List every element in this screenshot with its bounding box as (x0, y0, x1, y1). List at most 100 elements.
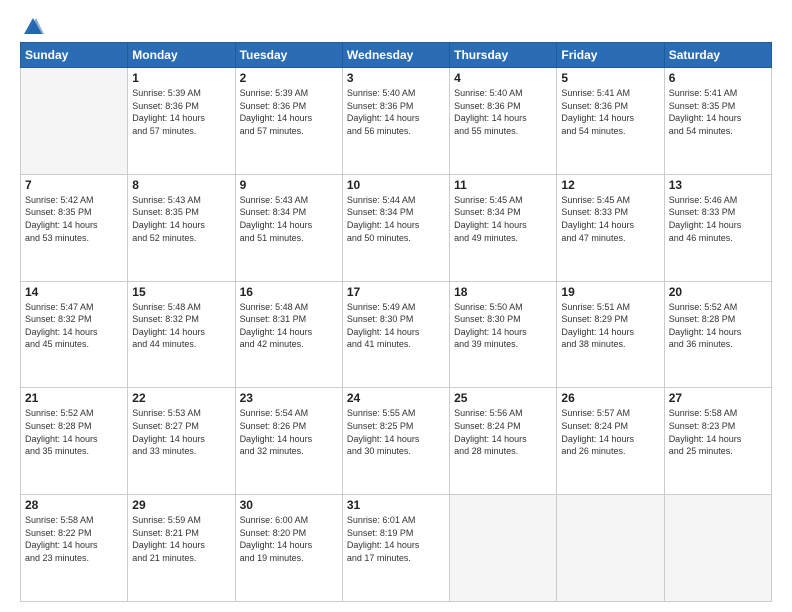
table-row: 19 Sunrise: 5:51 AM Sunset: 8:29 PM Dayli… (557, 281, 664, 388)
header-tuesday: Tuesday (235, 43, 342, 68)
logo (20, 16, 44, 34)
day-number: 21 (25, 391, 123, 405)
header-friday: Friday (557, 43, 664, 68)
cell-content: Sunrise: 5:44 AM Sunset: 8:34 PM Dayligh… (347, 194, 445, 244)
table-row: 27Sunrise: 5:58 AM Sunset: 8:23 PM Dayli… (664, 388, 771, 495)
cell-content: Sunrise: 5:52 AM Sunset: 8:28 PM Dayligh… (25, 407, 123, 457)
cell-content: Sunrise: 5:40 AM Sunset: 8:36 PM Dayligh… (454, 87, 552, 137)
table-row: 6 Sunrise: 5:41 AM Sunset: 8:35 PM Daylig… (664, 68, 771, 175)
day-number: 16 (240, 285, 338, 299)
cell-content: Sunrise: 5:40 AM Sunset: 8:36 PM Dayligh… (347, 87, 445, 137)
calendar-table: Sunday Monday Tuesday Wednesday Thursday… (20, 42, 772, 602)
table-row: 10 Sunrise: 5:44 AM Sunset: 8:34 PM Dayli… (342, 174, 449, 281)
cell-content: Sunrise: 5:56 AM Sunset: 8:24 PM Dayligh… (454, 407, 552, 457)
day-number: 17 (347, 285, 445, 299)
day-number: 10 (347, 178, 445, 192)
cell-content: Sunrise: 6:01 AM Sunset: 8:19 PM Dayligh… (347, 514, 445, 564)
table-row: 28 Sunrise: 5:58 AM Sunset: 8:22 PM Dayli… (21, 495, 128, 602)
day-number: 3 (347, 71, 445, 85)
cell-content: Sunrise: 5:54 AM Sunset: 8:26 PM Dayligh… (240, 407, 338, 457)
header-thursday: Thursday (450, 43, 557, 68)
table-row (21, 68, 128, 175)
table-row: 18 Sunrise: 5:50 AM Sunset: 8:30 PM Dayli… (450, 281, 557, 388)
cell-content: Sunrise: 5:43 AM Sunset: 8:35 PM Dayligh… (132, 194, 230, 244)
cell-content: Sunrise: 5:43 AM Sunset: 8:34 PM Dayligh… (240, 194, 338, 244)
cell-content: Sunrise: 5:52 AM Sunset: 8:28 PM Dayligh… (669, 301, 767, 351)
day-number: 29 (132, 498, 230, 512)
calendar-week-row: 7 Sunrise: 5:42 AM Sunset: 8:35 PM Daylig… (21, 174, 772, 281)
table-row: 29 Sunrise: 5:59 AM Sunset: 8:21 PM Dayli… (128, 495, 235, 602)
table-row: 5Sunrise: 5:41 AM Sunset: 8:36 PM Daylig… (557, 68, 664, 175)
cell-content: Sunrise: 5:41 AM Sunset: 8:35 PM Dayligh… (669, 87, 767, 137)
table-row: 23 Sunrise: 5:54 AM Sunset: 8:26 PM Dayli… (235, 388, 342, 495)
day-number: 30 (240, 498, 338, 512)
cell-content: Sunrise: 5:59 AM Sunset: 8:21 PM Dayligh… (132, 514, 230, 564)
cell-content: Sunrise: 5:57 AM Sunset: 8:24 PM Dayligh… (561, 407, 659, 457)
day-number: 5 (561, 71, 659, 85)
header-sunday: Sunday (21, 43, 128, 68)
table-row: 21 Sunrise: 5:52 AM Sunset: 8:28 PM Dayli… (21, 388, 128, 495)
day-number: 11 (454, 178, 552, 192)
table-row: 7 Sunrise: 5:42 AM Sunset: 8:35 PM Daylig… (21, 174, 128, 281)
cell-content: Sunrise: 5:48 AM Sunset: 8:32 PM Dayligh… (132, 301, 230, 351)
table-row (557, 495, 664, 602)
cell-content: Sunrise: 5:45 AM Sunset: 8:33 PM Dayligh… (561, 194, 659, 244)
header (20, 16, 772, 34)
calendar-week-row: 21 Sunrise: 5:52 AM Sunset: 8:28 PM Dayli… (21, 388, 772, 495)
table-row: 3 Sunrise: 5:40 AM Sunset: 8:36 PM Daylig… (342, 68, 449, 175)
table-row: 25 Sunrise: 5:56 AM Sunset: 8:24 PM Dayli… (450, 388, 557, 495)
day-number: 27 (669, 391, 767, 405)
day-number: 23 (240, 391, 338, 405)
day-number: 9 (240, 178, 338, 192)
header-monday: Monday (128, 43, 235, 68)
calendar-header-row: Sunday Monday Tuesday Wednesday Thursday… (21, 43, 772, 68)
day-number: 6 (669, 71, 767, 85)
day-number: 18 (454, 285, 552, 299)
table-row: 9 Sunrise: 5:43 AM Sunset: 8:34 PM Daylig… (235, 174, 342, 281)
calendar-week-row: 1 Sunrise: 5:39 AM Sunset: 8:36 PM Daylig… (21, 68, 772, 175)
table-row: 16 Sunrise: 5:48 AM Sunset: 8:31 PM Dayli… (235, 281, 342, 388)
cell-content: Sunrise: 5:47 AM Sunset: 8:32 PM Dayligh… (25, 301, 123, 351)
cell-content: Sunrise: 5:46 AM Sunset: 8:33 PM Dayligh… (669, 194, 767, 244)
day-number: 13 (669, 178, 767, 192)
header-wednesday: Wednesday (342, 43, 449, 68)
day-number: 24 (347, 391, 445, 405)
calendar-week-row: 14 Sunrise: 5:47 AM Sunset: 8:32 PM Dayli… (21, 281, 772, 388)
table-row: 17 Sunrise: 5:49 AM Sunset: 8:30 PM Dayli… (342, 281, 449, 388)
day-number: 12 (561, 178, 659, 192)
cell-content: Sunrise: 5:58 AM Sunset: 8:22 PM Dayligh… (25, 514, 123, 564)
day-number: 22 (132, 391, 230, 405)
day-number: 8 (132, 178, 230, 192)
day-number: 26 (561, 391, 659, 405)
cell-content: Sunrise: 5:48 AM Sunset: 8:31 PM Dayligh… (240, 301, 338, 351)
day-number: 14 (25, 285, 123, 299)
table-row: 20 Sunrise: 5:52 AM Sunset: 8:28 PM Dayli… (664, 281, 771, 388)
cell-content: Sunrise: 5:39 AM Sunset: 8:36 PM Dayligh… (240, 87, 338, 137)
table-row: 30Sunrise: 6:00 AM Sunset: 8:20 PM Dayli… (235, 495, 342, 602)
day-number: 1 (132, 71, 230, 85)
calendar-week-row: 28 Sunrise: 5:58 AM Sunset: 8:22 PM Dayli… (21, 495, 772, 602)
cell-content: Sunrise: 5:39 AM Sunset: 8:36 PM Dayligh… (132, 87, 230, 137)
header-saturday: Saturday (664, 43, 771, 68)
page: Sunday Monday Tuesday Wednesday Thursday… (0, 0, 792, 612)
day-number: 20 (669, 285, 767, 299)
cell-content: Sunrise: 5:42 AM Sunset: 8:35 PM Dayligh… (25, 194, 123, 244)
day-number: 25 (454, 391, 552, 405)
cell-content: Sunrise: 5:50 AM Sunset: 8:30 PM Dayligh… (454, 301, 552, 351)
cell-content: Sunrise: 5:55 AM Sunset: 8:25 PM Dayligh… (347, 407, 445, 457)
cell-content: Sunrise: 5:45 AM Sunset: 8:34 PM Dayligh… (454, 194, 552, 244)
cell-content: Sunrise: 5:49 AM Sunset: 8:30 PM Dayligh… (347, 301, 445, 351)
day-number: 7 (25, 178, 123, 192)
table-row: 14 Sunrise: 5:47 AM Sunset: 8:32 PM Dayli… (21, 281, 128, 388)
day-number: 19 (561, 285, 659, 299)
table-row: 12 Sunrise: 5:45 AM Sunset: 8:33 PM Dayli… (557, 174, 664, 281)
table-row: 31 Sunrise: 6:01 AM Sunset: 8:19 PM Dayli… (342, 495, 449, 602)
day-number: 28 (25, 498, 123, 512)
day-number: 4 (454, 71, 552, 85)
day-number: 31 (347, 498, 445, 512)
day-number: 15 (132, 285, 230, 299)
table-row: 22Sunrise: 5:53 AM Sunset: 8:27 PM Dayli… (128, 388, 235, 495)
logo-icon (22, 16, 44, 38)
cell-content: Sunrise: 5:51 AM Sunset: 8:29 PM Dayligh… (561, 301, 659, 351)
table-row: 13 Sunrise: 5:46 AM Sunset: 8:33 PM Dayli… (664, 174, 771, 281)
